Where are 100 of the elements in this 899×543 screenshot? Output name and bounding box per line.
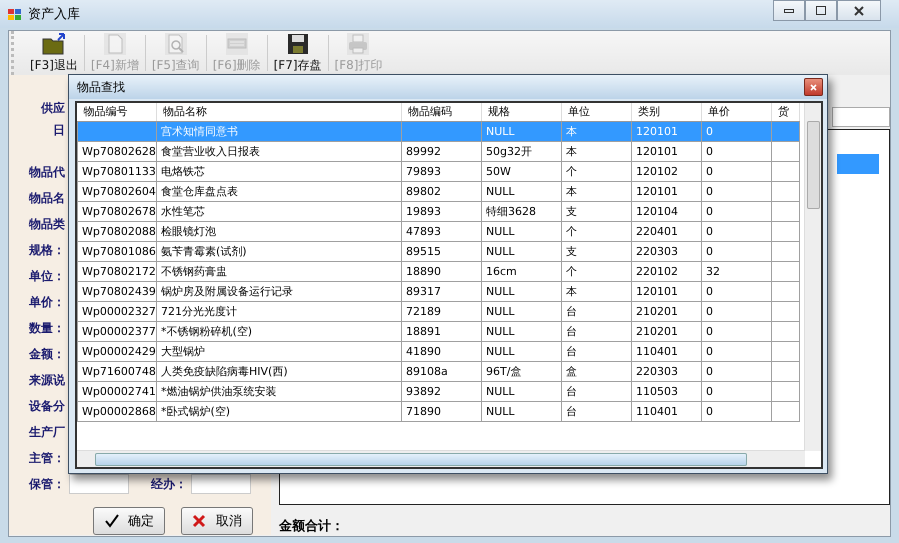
table-row[interactable]: Wp00002741 *燃油锅炉供油泵统安装 93892 NULL 台 110503 0 [78,381,800,401]
table-cell: 台 [562,321,632,341]
table-cell: 50g32开 [482,141,562,161]
field-label: 物品名 [28,190,65,206]
field-label: 金额： [28,346,65,362]
table-cell: Wp70801133 [78,161,156,181]
table-cell: Wp00002741 [78,381,156,401]
field-label: 日 [52,122,65,138]
close-button[interactable] [804,78,823,96]
column-header[interactable]: 物品名称 [156,103,402,121]
column-header[interactable]: 规格 [482,103,562,121]
table-cell: 89317 [402,281,482,301]
table-cell: 72189 [402,301,482,321]
table-cell: 0 [702,141,772,161]
table-row[interactable]: Wp70802088 检眼镜灯泡 47893 NULL 个 220401 0 [78,221,800,241]
dialog-title: 物品查找 [77,78,125,96]
table-cell: 本 [562,181,632,201]
input-field[interactable] [191,474,251,494]
toolbar-button[interactable]: [F7]存盘 [268,31,328,75]
column-header[interactable]: 物品编码 [402,103,482,121]
table-cell: 120102 [632,161,702,181]
table-cell: Wp70802172 [78,261,156,281]
table-cell: 电烙铁芯 [156,161,402,181]
table-cell: 0 [702,361,772,381]
table-cell: 41890 [402,341,482,361]
table-row[interactable]: Wp70802172 不锈钢药膏盅 18890 16cm 个 220102 32 [78,261,800,281]
column-header[interactable]: 单位 [562,103,632,121]
table-row[interactable]: Wp71600748 人类免疫缺陷病毒HIV(西) 89108a 96T/盒 盒 220303 0 [78,361,800,381]
field-label: 生产厂 [28,424,65,440]
table-row[interactable]: Wp70802604 食堂仓库盘点表 89802 NULL 本 120101 0 [78,181,800,201]
close-icon [810,84,817,90]
table-cell: 110503 [632,381,702,401]
close-button[interactable] [837,0,881,21]
table-row[interactable]: Wp00002868 *卧式锅炉(空) 71890 NULL 台 110401 0 [78,401,800,421]
table-cell: 宫术知情同意书 [156,121,402,141]
table-row[interactable]: Wp00002377 *不锈钢粉碎机(空) 18891 NULL 台 210201 0 [78,321,800,341]
table-cell: 个 [562,221,632,241]
table-cell: 0 [702,121,772,141]
input-field[interactable] [69,474,129,494]
selected-item [837,154,879,174]
table-cell: 不锈钢药膏盅 [156,261,402,281]
table-cell: *卧式锅炉(空) [156,401,402,421]
table-cell: 本 [562,121,632,141]
table-row[interactable]: Wp70801086 氨苄青霉素(试剂) 89515 NULL 支 220303 0 [78,241,800,261]
table-cell: 120101 [632,121,702,141]
column-header[interactable]: 物品编号 [78,103,156,121]
table-cell: 89515 [402,241,482,261]
table-cell: 食堂仓库盘点表 [156,181,402,201]
toolbar-button[interactable]: [F3]退出 [24,31,84,75]
table-cell: Wp70802628 [78,141,156,161]
table-cell: NULL [482,281,562,301]
table-row[interactable]: Wp70802439 锅炉房及附属设备运行记录 89317 NULL 本 120101 0 [78,281,800,301]
table-cell: NULL [482,221,562,241]
field-label: 保管： [28,476,65,492]
table-cell: 0 [702,281,772,301]
dropdown[interactable] [832,107,890,127]
table-cell: 台 [562,341,632,361]
total-label: 金额合计： [279,518,345,535]
keyboard-icon [226,32,248,54]
table-row[interactable]: Wp00002429 大型锅炉 41890 NULL 台 110401 0 [78,341,800,361]
table-cell: NULL [482,181,562,201]
table-cell: 18890 [402,261,482,281]
table-cell: 0 [702,201,772,221]
table-cell: 96T/盒 [482,361,562,381]
table-cell: 89992 [402,141,482,161]
field-label: 单价： [28,294,65,310]
table-row[interactable]: Wp70802628 食堂营业收入日报表 89992 50g32开 本 120101 0 [78,141,800,161]
table-row[interactable]: Wp00002327 721分光光度计 72189 NULL 台 210201 0 [78,301,800,321]
table-row[interactable]: Wp70802678 水性笔芯 19893 特细3628 支 120104 0 [78,201,800,221]
field-label: 来源说 [28,372,65,388]
table-cell: 120101 [632,141,702,161]
field-label: 供应 [40,100,65,116]
vertical-scrollbar[interactable] [804,103,821,451]
table-cell: 47893 [402,221,482,241]
table-cell: 盒 [562,361,632,381]
cancel-button[interactable]: 取消 [181,507,253,535]
ok-button[interactable]: 确定 [93,507,165,535]
table-row[interactable]: Wp70801133 电烙铁芯 79893 50W 个 120102 0 [78,161,800,181]
table-cell: NULL [482,401,562,421]
table-cell: 220303 [632,361,702,381]
document-search-icon [164,32,187,54]
table-cell: 食堂营业收入日报表 [156,141,402,161]
horizontal-scrollbar[interactable] [77,450,805,467]
table-cell: NULL [482,121,562,141]
column-header[interactable]: 类别 [632,103,702,121]
table-cell: 个 [562,161,632,181]
column-header[interactable]: 货 [772,103,800,121]
table-cell: 支 [562,241,632,261]
table-cell: 79893 [402,161,482,181]
minimize-button[interactable] [773,0,805,21]
table-cell: Wp00002429 [78,341,156,361]
column-header[interactable]: 单价 [702,103,772,121]
table-cell: 0 [702,301,772,321]
field-label: 主管： [28,450,65,466]
printer-icon [347,32,370,54]
table-cell: NULL [482,381,562,401]
table-cell: Wp70801086 [78,241,156,261]
maximize-button[interactable] [805,0,837,21]
table-cell: 个 [562,261,632,281]
table-cell: 32 [702,261,772,281]
